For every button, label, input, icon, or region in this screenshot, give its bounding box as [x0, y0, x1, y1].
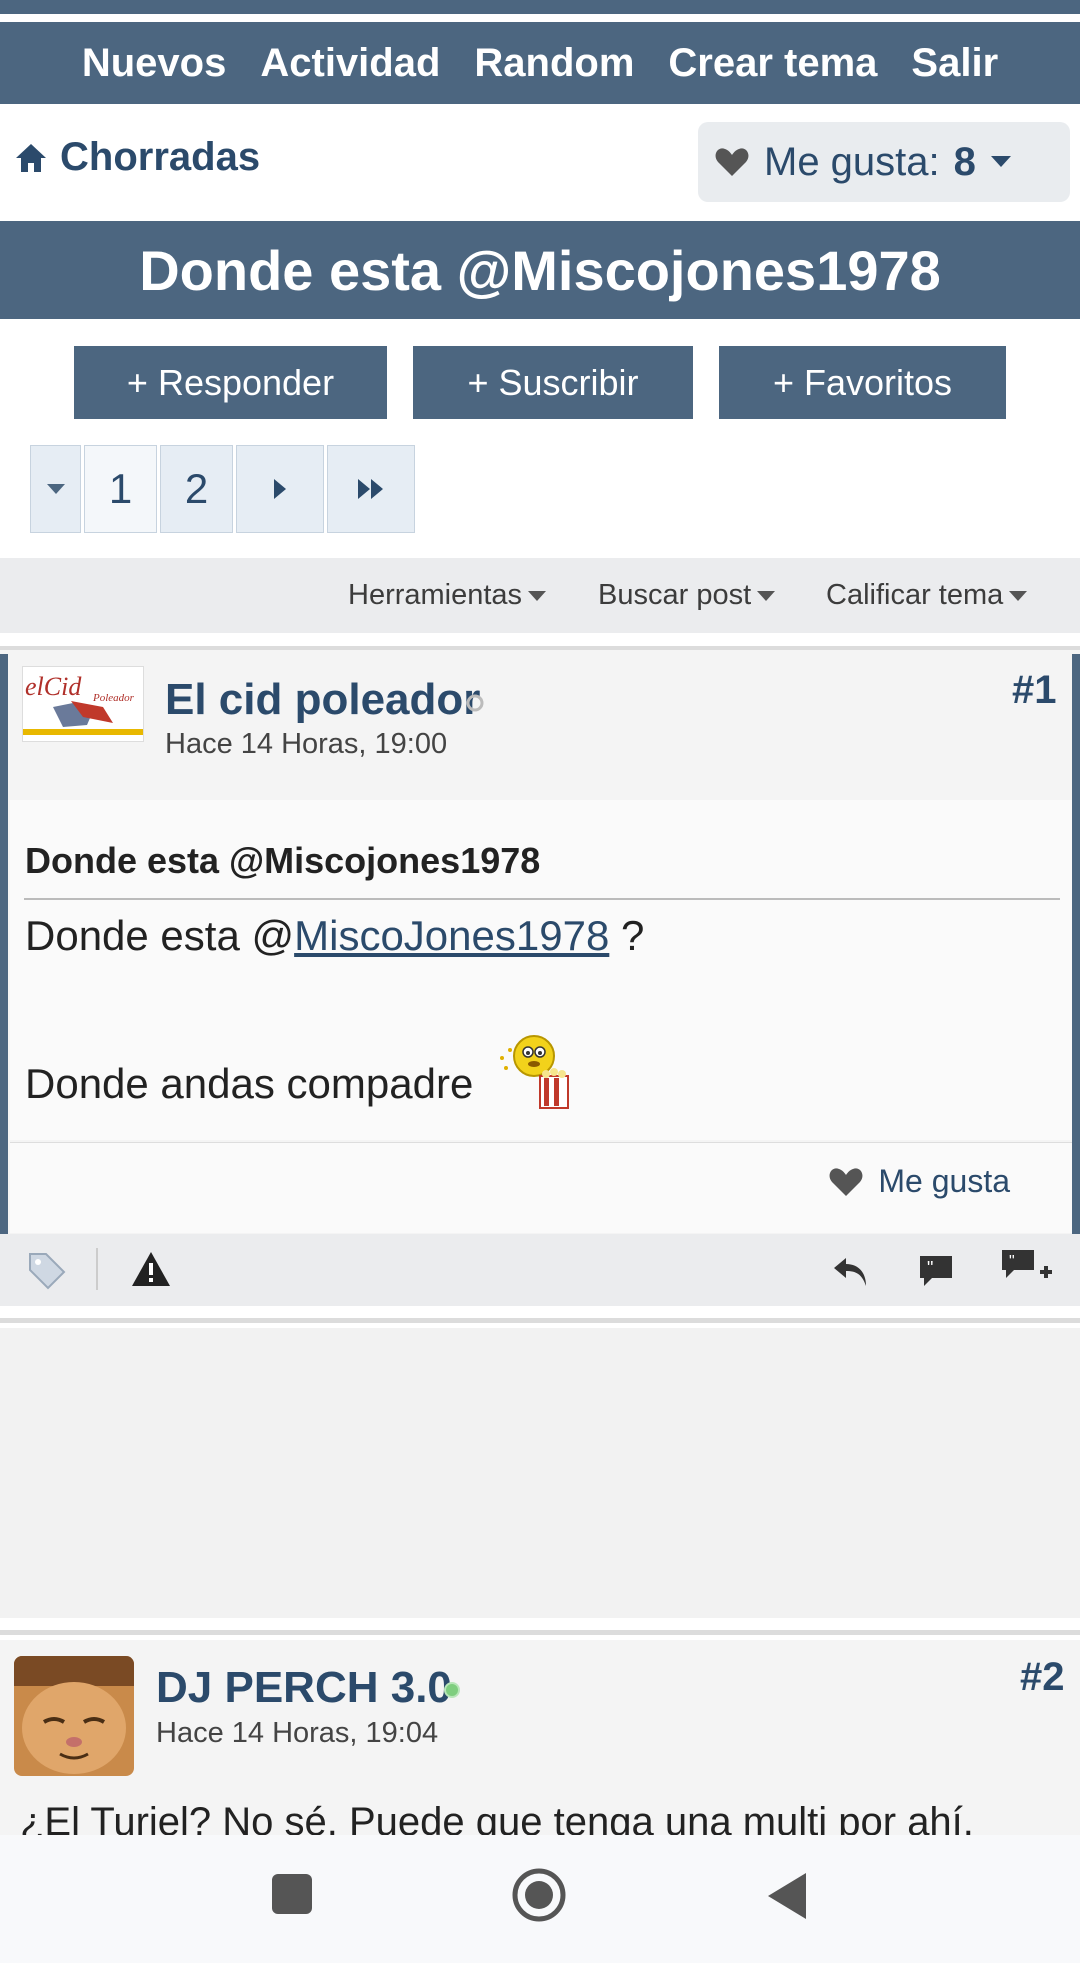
svg-text:": " — [1009, 1253, 1015, 1270]
post-like-row: Me gusta — [10, 1142, 1072, 1233]
divider — [24, 898, 1060, 900]
home-icon — [16, 143, 46, 172]
breadcrumb-label: Chorradas — [60, 135, 261, 179]
post-time: Hace 14 Horas, 19:00 — [165, 728, 448, 760]
avatar[interactable] — [14, 1656, 134, 1776]
chevron-down-icon — [990, 156, 1011, 167]
post-number[interactable]: #1 — [1012, 668, 1057, 713]
divider — [0, 1318, 1080, 1323]
system-nav-bar — [0, 1835, 1080, 1963]
ad-placeholder — [0, 1328, 1080, 1618]
cat-avatar-image — [14, 1656, 134, 1776]
next-page-button[interactable] — [236, 445, 324, 533]
avatar-image: elCid Poleador — [23, 667, 143, 741]
svg-text:": " — [927, 1258, 933, 1278]
recent-apps-icon[interactable] — [271, 1873, 313, 1915]
avatar[interactable]: elCid Poleador — [22, 666, 144, 742]
chevron-down-icon — [757, 590, 776, 601]
home-circle-icon[interactable] — [511, 1867, 567, 1923]
page-menu-button[interactable] — [30, 445, 81, 533]
like-button[interactable]: Me gusta — [828, 1163, 1010, 1200]
report-warning-icon[interactable] — [130, 1250, 172, 1288]
post-highlight-right — [1072, 654, 1080, 1234]
chevron-down-icon — [1009, 590, 1028, 601]
rate-thread-menu[interactable]: Calificar tema — [826, 558, 1028, 633]
thread-title: Donde esta @Miscojones1978 — [139, 238, 941, 302]
mention-link[interactable]: MiscoJones1978 — [294, 912, 609, 959]
svg-text:Poleador: Poleador — [92, 692, 135, 704]
page-1-button[interactable]: 1 — [84, 445, 157, 533]
post-number[interactable]: #2 — [1020, 1655, 1065, 1700]
multi-quote-icon[interactable]: " — [1000, 1246, 1056, 1290]
offline-status-icon — [466, 694, 484, 712]
svg-text:elCid: elCid — [25, 672, 82, 701]
heart-icon — [715, 148, 749, 176]
favorites-button[interactable]: + Favoritos — [719, 346, 1006, 419]
post-title: Donde esta @Miscojones1978 — [25, 840, 541, 881]
top-strip — [0, 0, 1080, 14]
thread-title-bar: Donde esta @Miscojones1978 — [0, 221, 1080, 319]
post-action-bar: " " — [0, 1234, 1080, 1306]
thread-tools-bar: Herramientas Buscar post Calificar tema — [0, 558, 1080, 633]
nav-item-crear-tema[interactable]: Crear tema — [668, 41, 877, 86]
last-page-button[interactable] — [327, 445, 415, 533]
nav-item-salir[interactable]: Salir — [911, 41, 998, 86]
popcorn-smiley-icon — [500, 1035, 569, 1109]
heart-icon — [829, 1167, 863, 1196]
online-status-icon — [444, 1682, 460, 1698]
likes-label: Me gusta: — [764, 139, 940, 184]
chevron-down-icon — [46, 484, 65, 494]
post-text-line: Donde andas compadre — [25, 1060, 474, 1107]
post-text-line: Donde esta @MiscoJones1978 ? — [25, 912, 645, 959]
chevron-down-icon — [528, 590, 547, 601]
pagination: 1 2 — [30, 445, 418, 533]
nav-item-nuevos[interactable]: Nuevos — [82, 41, 227, 86]
tools-menu-label: Herramientas — [348, 579, 523, 611]
post-time: Hace 14 Horas, 19:04 — [156, 1717, 439, 1749]
post-author[interactable]: DJ PERCH 3.0 — [156, 1663, 452, 1713]
like-label: Me gusta — [878, 1163, 1010, 1199]
thread-likes-dropdown[interactable]: Me gusta: 8 — [698, 122, 1070, 202]
post-author[interactable]: El cid poleador — [165, 675, 480, 725]
rate-thread-label: Calificar tema — [826, 579, 1004, 611]
reply-button[interactable]: + Responder — [74, 346, 387, 419]
post-highlight-left — [0, 654, 8, 1234]
breadcrumb[interactable]: Chorradas — [14, 135, 260, 180]
reply-arrow-icon[interactable] — [830, 1252, 874, 1292]
search-post-menu[interactable]: Buscar post — [598, 558, 776, 633]
subscribe-button[interactable]: + Suscribir — [413, 346, 693, 419]
divider — [96, 1248, 98, 1290]
back-icon[interactable] — [764, 1871, 808, 1921]
search-post-label: Buscar post — [598, 579, 752, 611]
nav-item-actividad[interactable]: Actividad — [260, 41, 440, 86]
top-nav: Nuevos Actividad Random Crear tema Salir — [0, 22, 1080, 104]
nav-item-random[interactable]: Random — [474, 41, 634, 86]
tag-icon[interactable] — [26, 1250, 68, 1292]
tools-menu[interactable]: Herramientas — [348, 558, 547, 633]
double-chevron-right-icon — [358, 479, 383, 499]
quote-icon[interactable]: " — [916, 1252, 956, 1290]
page-2-button[interactable]: 2 — [160, 445, 233, 533]
divider — [0, 1630, 1080, 1635]
chevron-right-icon — [274, 479, 286, 499]
likes-count: 8 — [953, 139, 976, 184]
